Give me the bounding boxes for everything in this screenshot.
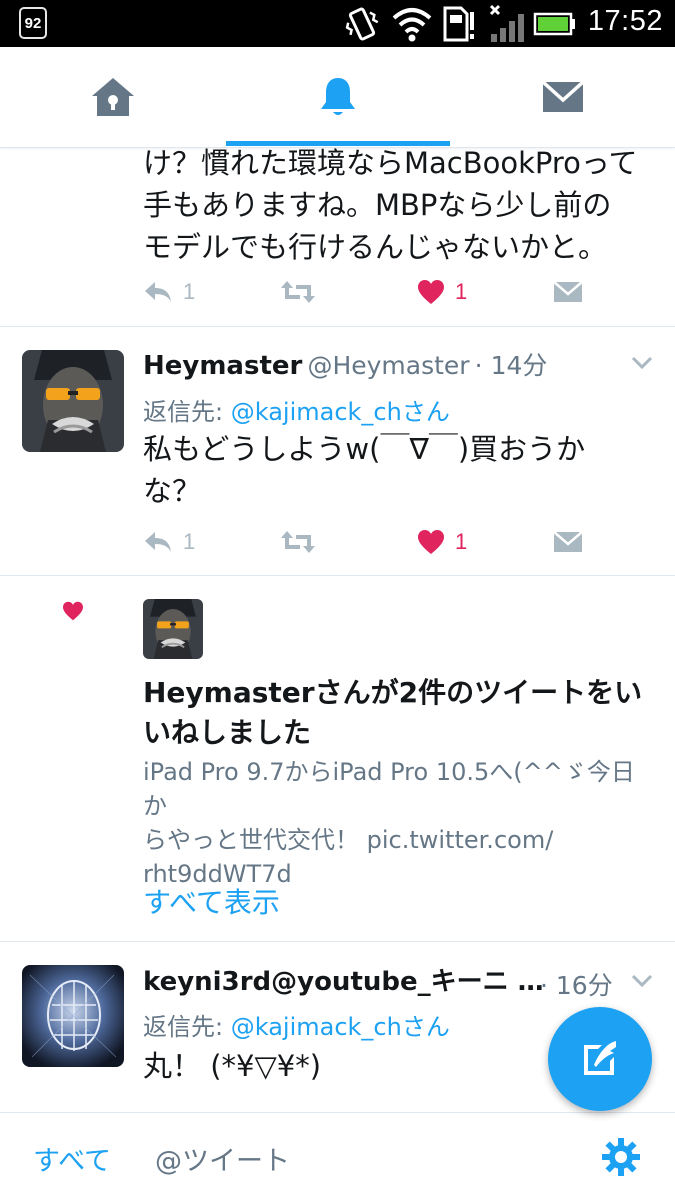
liked-tweet-preview: iPad Pro 9.7からiPad Pro 10.5へ(^^ゞ今日か らやっと… (143, 755, 653, 891)
tweet-item[interactable]: Heymaster @Heymaster · 14分 返信先: @kajimac… (0, 326, 675, 576)
tweet-text-line: 私もどうしようw(￣∇￣)買おうか (143, 432, 586, 466)
compose-tweet-button[interactable] (548, 1007, 652, 1111)
filter-tab-mentions[interactable]: @ツイート (155, 1139, 290, 1178)
reply-button[interactable]: 1 (143, 272, 195, 312)
active-tab-indicator (226, 141, 450, 146)
reply-to-link[interactable]: @kajimack_ch (231, 1013, 402, 1041)
vibrate-icon (345, 7, 379, 41)
tweet-time: · 14分 (474, 351, 548, 380)
avatar-image (22, 965, 124, 1067)
notification-title: Heymasterさんが2件のツイートをい いねしました (143, 673, 653, 753)
wifi-icon (392, 8, 432, 42)
clock: 17:52 (587, 5, 663, 37)
retweet-icon (281, 281, 315, 303)
preview-line: らやっと世代交代！ pic.twitter.com/ (143, 826, 554, 854)
filter-tab-all[interactable]: すべて (33, 1139, 111, 1178)
reply-icon (145, 282, 171, 302)
display-name[interactable]: keyni3rd@youtube_キーニ … (143, 967, 544, 997)
like-count: 1 (455, 279, 468, 304)
avatar[interactable] (22, 350, 124, 452)
reply-to-line: 返信先: @kajimack_chさん (143, 1007, 450, 1042)
gear-icon[interactable] (601, 1137, 641, 1177)
retweet-icon (281, 531, 315, 553)
heart-filled-icon (418, 530, 444, 554)
tab-messages[interactable] (450, 47, 675, 147)
tab-notifications[interactable] (225, 47, 450, 147)
user-handle[interactable]: @Heymaster (307, 351, 469, 380)
heart-filled-icon (418, 280, 444, 304)
tweet-text: け？慣れた環境ならMacBookProって 手もありますね。MBPなら少し前の … (143, 148, 648, 268)
reply-to-prefix: 返信先: (143, 1013, 231, 1041)
notification-title-line: いねしました (143, 716, 312, 749)
notification-title-line: Heymasterさんが2件のツイートをい (143, 676, 643, 709)
like-notification[interactable]: Heymasterさんが2件のツイートをい いねしました iPad Pro 9.… (0, 575, 675, 942)
reply-to-prefix: 返信先: (143, 398, 231, 426)
reply-icon (145, 532, 171, 552)
preview-line: iPad Pro 9.7からiPad Pro 10.5へ(^^ゞ今日か (143, 758, 635, 820)
tweet-actions: 1 1 (143, 272, 643, 312)
envelope-icon (553, 281, 583, 302)
home-icon (91, 78, 134, 116)
envelope-icon (553, 531, 583, 552)
chevron-down-icon[interactable] (631, 974, 653, 988)
reply-count: 1 (183, 279, 196, 304)
tweet-header: Heymaster @Heymaster · 14分 (143, 346, 547, 382)
battery-icon (533, 12, 575, 36)
status-bar: 92 17:52 (0, 0, 675, 47)
like-button[interactable]: 1 (417, 522, 467, 562)
reply-to-suffix: さん (401, 1013, 450, 1041)
avatar[interactable] (143, 599, 203, 659)
avatar[interactable] (22, 965, 124, 1067)
tweet-text-line: 手もありますね。MBPなら少し前の (143, 188, 612, 222)
avatar-image (22, 350, 124, 452)
avatar-image (143, 599, 203, 659)
retweet-button[interactable] (280, 272, 316, 312)
reply-to-suffix: さん (401, 398, 450, 426)
tweet-text-line: け？慣れた環境ならMacBookProって (143, 148, 638, 180)
notification-count-badge: 92 (19, 7, 47, 39)
tweet-item[interactable]: け？慣れた環境ならMacBookProって 手もありますね。MBPなら少し前の … (0, 148, 675, 327)
reply-to-line: 返信先: @kajimack_chさん (143, 392, 450, 427)
sd-card-alert-icon (443, 6, 474, 42)
like-count: 1 (455, 529, 468, 554)
direct-message-button[interactable] (553, 522, 583, 562)
tweet-text: 私もどうしようw(￣∇￣)買おうか な？ (143, 428, 648, 512)
tweet-header: keyni3rd@youtube_キーニ … (143, 961, 544, 998)
compose-quill-icon (584, 1041, 616, 1075)
reply-to-link[interactable]: @kajimack_ch (231, 398, 402, 426)
notifications-feed[interactable]: け？慣れた環境ならMacBookProって 手もありますね。MBPなら少し前の … (0, 148, 675, 1112)
tweet-actions: 1 1 (143, 522, 643, 562)
top-navigation (0, 47, 675, 148)
display-name[interactable]: Heymaster (143, 351, 302, 381)
direct-message-button[interactable] (553, 272, 583, 312)
show-all-link[interactable]: すべて表示 (143, 881, 280, 921)
signal-no-service-icon (489, 4, 524, 42)
bottom-filter-bar: すべて @ツイート (0, 1112, 675, 1201)
reply-count: 1 (183, 529, 196, 554)
reply-button[interactable]: 1 (143, 522, 195, 562)
tab-home[interactable] (0, 47, 225, 147)
envelope-icon (541, 81, 584, 112)
chevron-down-icon[interactable] (631, 356, 653, 370)
heart-filled-icon (63, 601, 83, 621)
tweet-text-line: な？ (143, 474, 202, 508)
retweet-button[interactable] (280, 522, 316, 562)
tweet-time: · 16分 (540, 971, 613, 1000)
bell-icon (320, 78, 355, 115)
like-button[interactable]: 1 (417, 272, 467, 312)
tweet-text-line: モデルでも行けるんじゃないかと。 (143, 230, 608, 264)
